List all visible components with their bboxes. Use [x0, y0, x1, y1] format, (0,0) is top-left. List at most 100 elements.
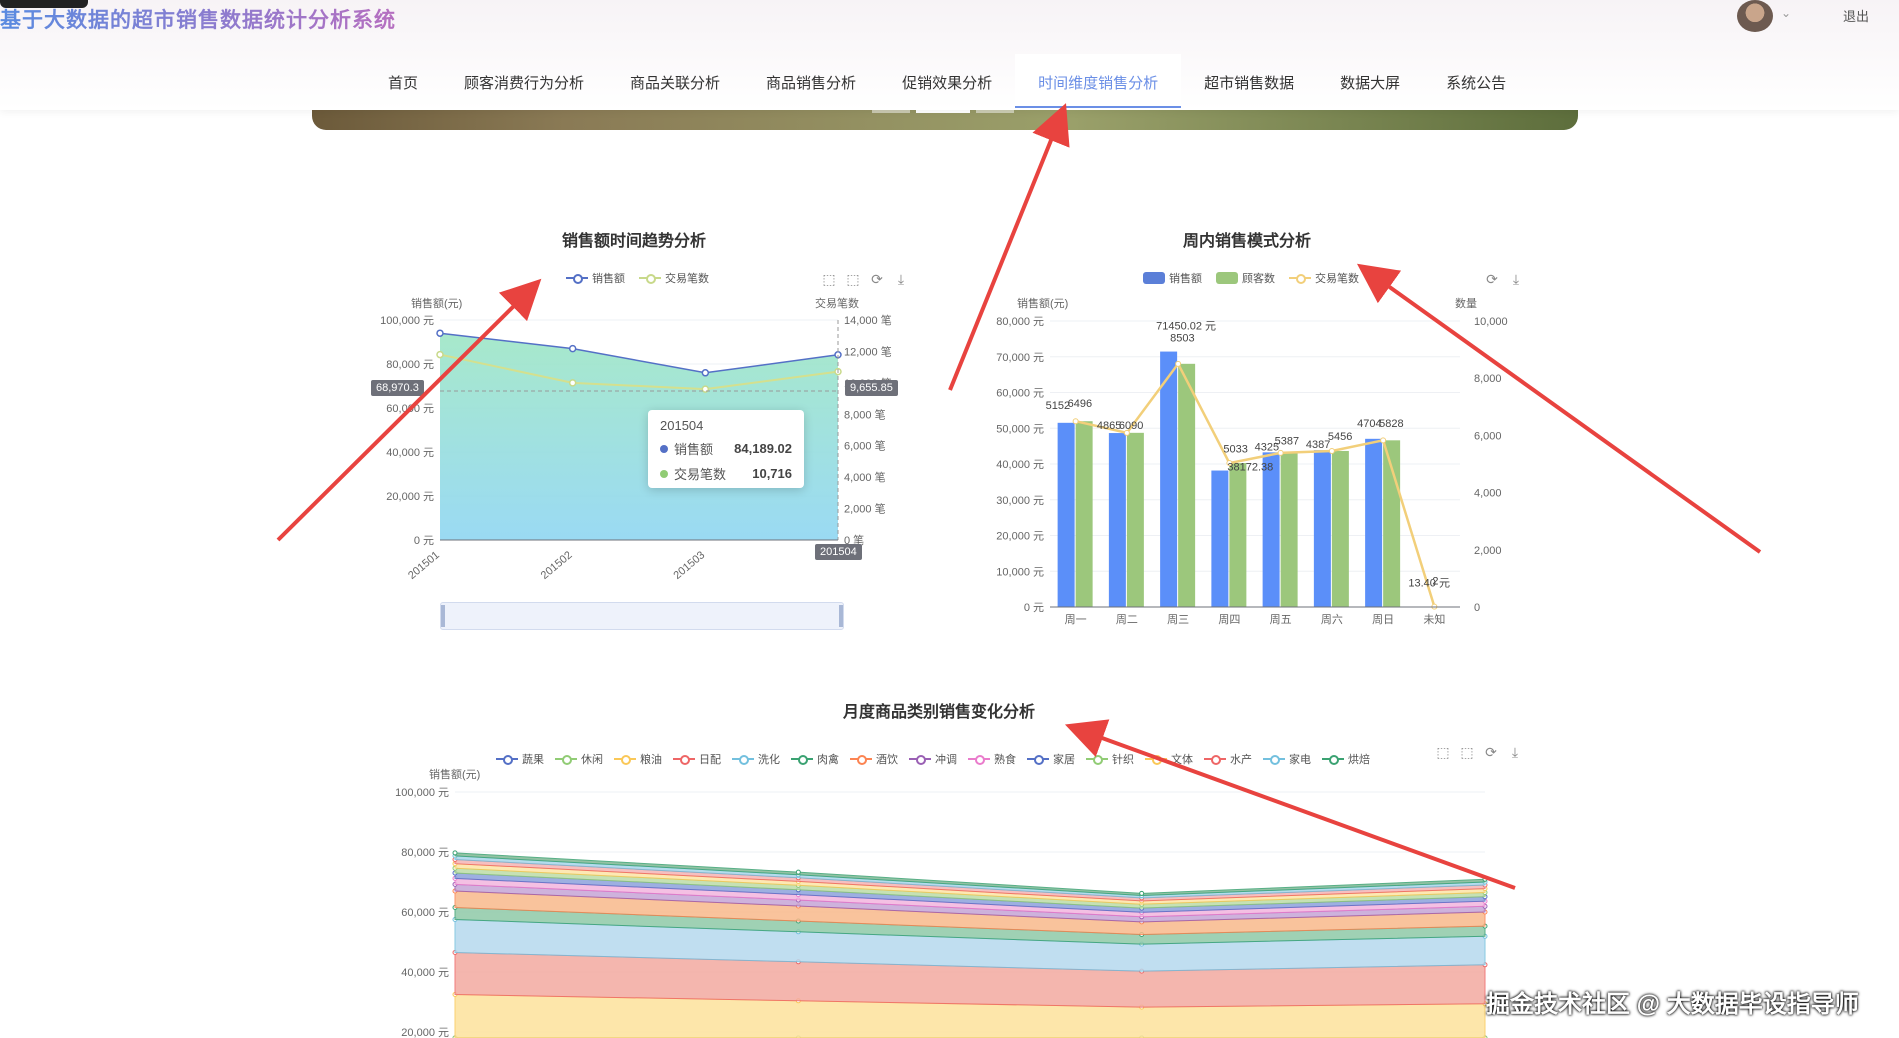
legend-item[interactable]: 粮油 [614, 751, 662, 767]
download-icon[interactable]: ⤓ [894, 271, 908, 288]
legend-item[interactable]: 销售额 [566, 270, 625, 286]
legend-item[interactable]: 冲调 [909, 751, 957, 767]
legend-line-icon [1322, 754, 1344, 765]
app-title: 基于大数据的超市销售数据统计分析系统 [0, 4, 396, 34]
y2-tick-label: 8,000 [1474, 373, 1502, 385]
crop-icon[interactable]: ⬚ [1436, 744, 1450, 761]
weekday-chart-title: 周内销售模式分析 [1183, 233, 1312, 250]
avatar[interactable] [1737, 0, 1773, 32]
download-icon[interactable]: ⤓ [1508, 744, 1522, 761]
legend-label: 蔬果 [522, 754, 544, 766]
legend-label: 顾客数 [1242, 273, 1275, 285]
y-tick-label: 80,000 元 [386, 359, 434, 371]
legend-item[interactable]: 针织 [1086, 751, 1134, 767]
nav-product-association[interactable]: 商品关联分析 [607, 54, 743, 108]
legend-item[interactable]: 烘焙 [1322, 751, 1370, 767]
legend-label: 销售额 [592, 273, 625, 285]
nav-customer-behavior[interactable]: 顾客消费行为分析 [441, 54, 607, 108]
legend-item[interactable]: 交易笔数 [1289, 270, 1359, 286]
carousel-dot-active[interactable] [916, 110, 970, 113]
nav-promotion[interactable]: 促销效果分析 [879, 54, 1015, 108]
x-tick-label: 周二 [1116, 613, 1138, 626]
restore-icon[interactable]: ⬚ [846, 271, 860, 288]
bar-data-label: 5456 [1328, 431, 1352, 443]
legend-label: 日配 [699, 754, 721, 766]
category-chart-svg[interactable]: 100,000 元 80,000 元 60,000 元 40,000 元 20,000 … [380, 770, 1520, 1038]
nav-sales-data[interactable]: 超市销售数据 [1181, 54, 1317, 108]
restore-icon[interactable]: ⬚ [1460, 744, 1474, 761]
weekday-chart-svg[interactable]: 80,000 元 70,000 元 60,000 元 50,000 元 40,000 元… [980, 300, 1520, 640]
x-tick-label: 周日 [1372, 613, 1394, 626]
y2-tick-label: 2,000 [1474, 545, 1502, 557]
legend-item[interactable]: 熟食 [968, 751, 1016, 767]
x-tick-label: 周六 [1321, 613, 1343, 626]
chevron-down-icon[interactable]: ⌄ [1781, 6, 1791, 20]
data-zoom-slider[interactable] [440, 602, 844, 630]
x-tick-label: 周四 [1218, 613, 1240, 626]
legend-item[interactable]: 交易笔数 [639, 270, 709, 286]
legend-label: 烘焙 [1348, 754, 1370, 766]
y-tick-label: 100,000 元 [395, 787, 449, 799]
legend-line-icon [850, 754, 872, 765]
trend-chart-toolbox: ⬚ ⬚ ⟳ ⤓ [822, 271, 908, 288]
nav-announcement[interactable]: 系统公告 [1423, 54, 1529, 108]
trend-chart-title: 销售额时间趋势分析 [562, 233, 707, 250]
y-tick-label: 30,000 元 [996, 495, 1044, 507]
refresh-icon[interactable]: ⟳ [1484, 744, 1498, 761]
zoom-handle-left[interactable] [441, 605, 445, 627]
bar-sales [1108, 433, 1126, 607]
tooltip-series-name: 销售额 [674, 442, 714, 457]
main-nav: 首页 顾客消费行为分析 商品关联分析 商品销售分析 促销效果分析 时间维度销售分… [365, 54, 1529, 108]
y-tick-label: 20,000 元 [386, 491, 434, 503]
y-tick-label: 60,000 元 [386, 403, 434, 415]
legend-line-icon [909, 754, 931, 765]
category-chart-toolbox: ⬚ ⬚ ⟳ ⤓ [1436, 744, 1522, 761]
bar-sales [1057, 422, 1075, 607]
carousel-dot[interactable] [976, 110, 1014, 113]
legend-item[interactable]: 销售额 [1143, 270, 1202, 286]
legend-line-icon [614, 754, 636, 765]
legend-item[interactable]: 日配 [673, 751, 721, 767]
y-tick-label: 40,000 元 [401, 967, 449, 979]
data-point-transactions [1072, 418, 1079, 425]
legend-label: 休闲 [581, 754, 603, 766]
y-tick-label: 0 元 [1024, 602, 1044, 614]
legend-item[interactable]: 家居 [1027, 751, 1075, 767]
carousel-dot[interactable] [872, 110, 910, 113]
legend-item[interactable]: 水产 [1204, 751, 1252, 767]
nav-home[interactable]: 首页 [365, 54, 441, 108]
nav-dashboard[interactable]: 数据大屏 [1317, 54, 1423, 108]
y-tick-label: 60,000 元 [996, 388, 1044, 400]
legend-label: 冲调 [935, 754, 957, 766]
legend-item[interactable]: 肉禽 [791, 751, 839, 767]
bar-data-label: 8503 [1170, 333, 1194, 345]
legend-item[interactable]: 洗化 [732, 751, 780, 767]
download-icon[interactable]: ⤓ [1509, 271, 1523, 288]
nav-time-sales[interactable]: 时间维度销售分析 [1015, 54, 1182, 108]
legend-label: 交易笔数 [1315, 273, 1359, 285]
bar-data-label: 38172.38 [1227, 462, 1273, 474]
y-tick-label: 80,000 元 [401, 847, 449, 859]
logout-button[interactable]: 退出 [1843, 6, 1869, 25]
axis-pointer-y-label: 68,970.3 [371, 380, 424, 396]
legend-item[interactable]: 休闲 [555, 751, 603, 767]
legend-item[interactable]: 酒饮 [850, 751, 898, 767]
legend-line-icon [566, 273, 588, 284]
nav-product-sales[interactable]: 商品销售分析 [743, 54, 879, 108]
crop-icon[interactable]: ⬚ [822, 271, 836, 288]
data-point [1482, 876, 1488, 882]
data-point-sales [701, 369, 710, 377]
tooltip-value: 10,716 [752, 466, 792, 481]
zoom-handle-right[interactable] [839, 605, 843, 627]
refresh-icon[interactable]: ⟳ [870, 271, 884, 288]
y-tick-label: 20,000 元 [996, 531, 1044, 543]
legend-item[interactable]: 顾客数 [1216, 270, 1275, 286]
data-point [1139, 890, 1145, 896]
legend-item[interactable]: 文体 [1145, 751, 1193, 767]
legend-label: 文体 [1171, 754, 1193, 766]
legend-item[interactable]: 家电 [1263, 751, 1311, 767]
refresh-icon[interactable]: ⟳ [1485, 271, 1499, 288]
legend-item[interactable]: 蔬果 [496, 751, 544, 767]
tooltip-series-name: 交易笔数 [674, 467, 727, 482]
bar-sales [1365, 438, 1383, 607]
